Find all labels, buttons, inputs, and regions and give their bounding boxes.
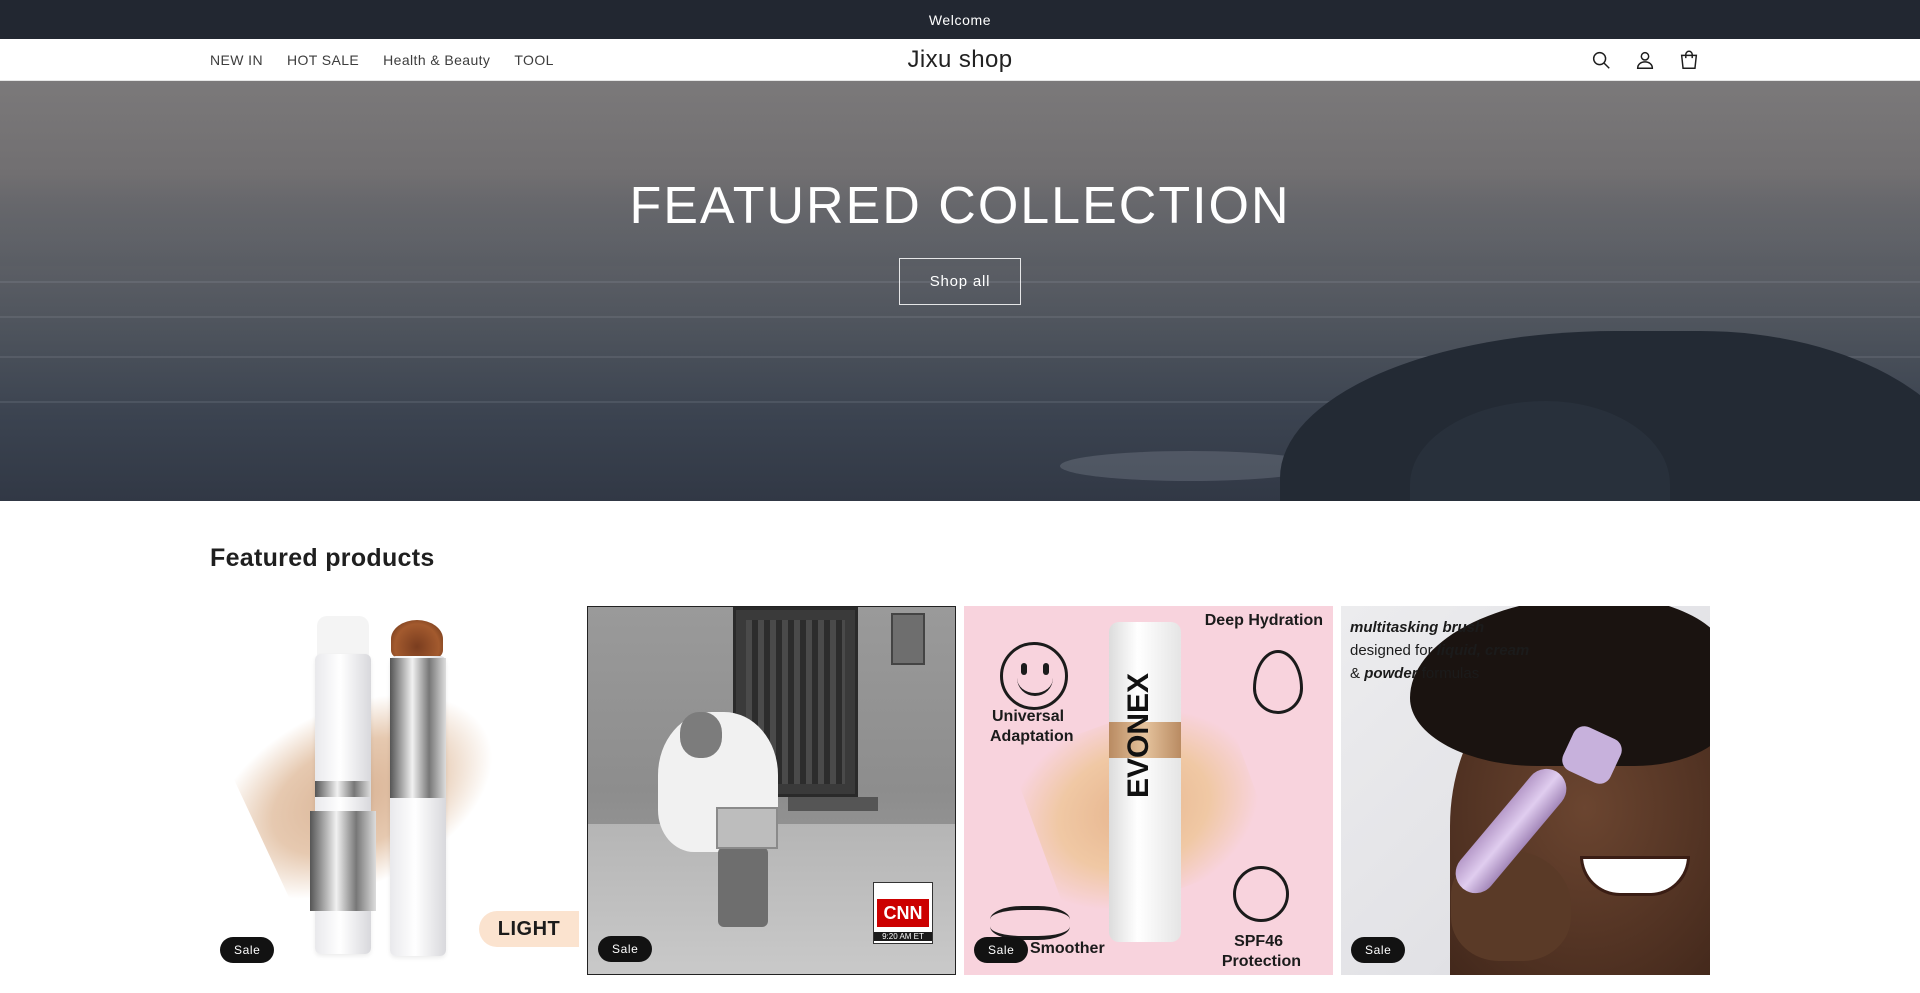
product-image-brush [391,620,443,658]
cnn-logo-text: CNN [877,899,929,927]
image-text-deep-hydration: Deep Hydration [1204,612,1323,629]
caption-liquid-cream: liquid, cream [1436,642,1530,659]
product-image-head [680,712,722,758]
search-icon[interactable] [1588,47,1614,73]
nav-item-hot-sale[interactable]: HOT SALE [287,52,359,68]
image-text-universal: Universal [992,708,1065,725]
site-logo[interactable]: Jixu shop [908,46,1013,74]
sun-icon [1233,866,1289,922]
header-icons [1588,39,1702,80]
drop-icon [1253,650,1303,714]
image-text-adaptation: Adaptation [990,728,1074,745]
product-image-legs [718,847,768,927]
shop-all-button[interactable]: Shop all [899,258,1021,305]
product-image-label: LIGHT [479,911,579,947]
product-image-step [788,797,878,811]
nav-item-tool[interactable]: TOOL [514,52,553,68]
product-image-flag [891,613,925,665]
caption-powder: powder [1364,665,1418,682]
account-icon[interactable] [1632,47,1658,73]
announcement-bar: Welcome [0,0,1920,39]
product-card[interactable]: LIGHT Sale [210,606,579,975]
main-nav: NEW IN HOT SALE Health & Beauty TOOL [210,39,554,80]
product-card[interactable]: Universal Adaptation Deep Hydration EVON… [964,606,1333,975]
product-card[interactable]: multitasking brush designed for liquid, … [1341,606,1710,975]
nav-item-new-in[interactable]: NEW IN [210,52,263,68]
image-text-spf: SPF46 [1234,933,1283,950]
product-image-ring [310,811,376,911]
image-text-brand: EVONEX [1122,672,1155,798]
cnn-time: 9:20 AM ET [874,932,932,941]
sale-badge: Sale [974,937,1029,963]
caption-amp: & [1350,665,1361,682]
nav-item-health-beauty[interactable]: Health & Beauty [383,52,490,68]
product-image-ring [390,658,446,798]
product-image-ring [315,781,371,797]
sale-badge: Sale [1351,937,1406,963]
caption-designed-for: designed for [1350,642,1433,659]
hero-banner: FEATURED COLLECTION Shop all [0,81,1920,501]
announcement-text: Welcome [928,11,992,28]
product-grid: LIGHT Sale CNN 9:20 AM ET Sale Universal… [210,606,1710,975]
site-header: NEW IN HOT SALE Health & Beauty TOOL Jix… [0,39,1920,81]
waves-icon [990,906,1070,940]
image-text-smoother: Smoother [1030,940,1105,957]
sale-badge: Sale [220,937,275,963]
product-card[interactable]: CNN 9:20 AM ET Sale [587,606,956,975]
hero-title: FEATURED COLLECTION [629,177,1291,235]
featured-products-heading: Featured products [210,544,435,572]
smile-icon [1000,642,1068,710]
caption-formulas: formulas [1421,665,1480,682]
sale-badge: Sale [598,936,653,962]
caption-line-1: multitasking brush [1350,619,1485,636]
product-image-cap [317,616,369,658]
image-text-protection: Protection [1221,953,1301,970]
cnn-logo: CNN 9:20 AM ET [873,882,933,944]
hero-wave [0,316,1920,318]
cart-icon[interactable] [1676,47,1702,73]
product-image-box [716,807,778,849]
product-image-caption: multitasking brush designed for liquid, … [1350,616,1529,685]
